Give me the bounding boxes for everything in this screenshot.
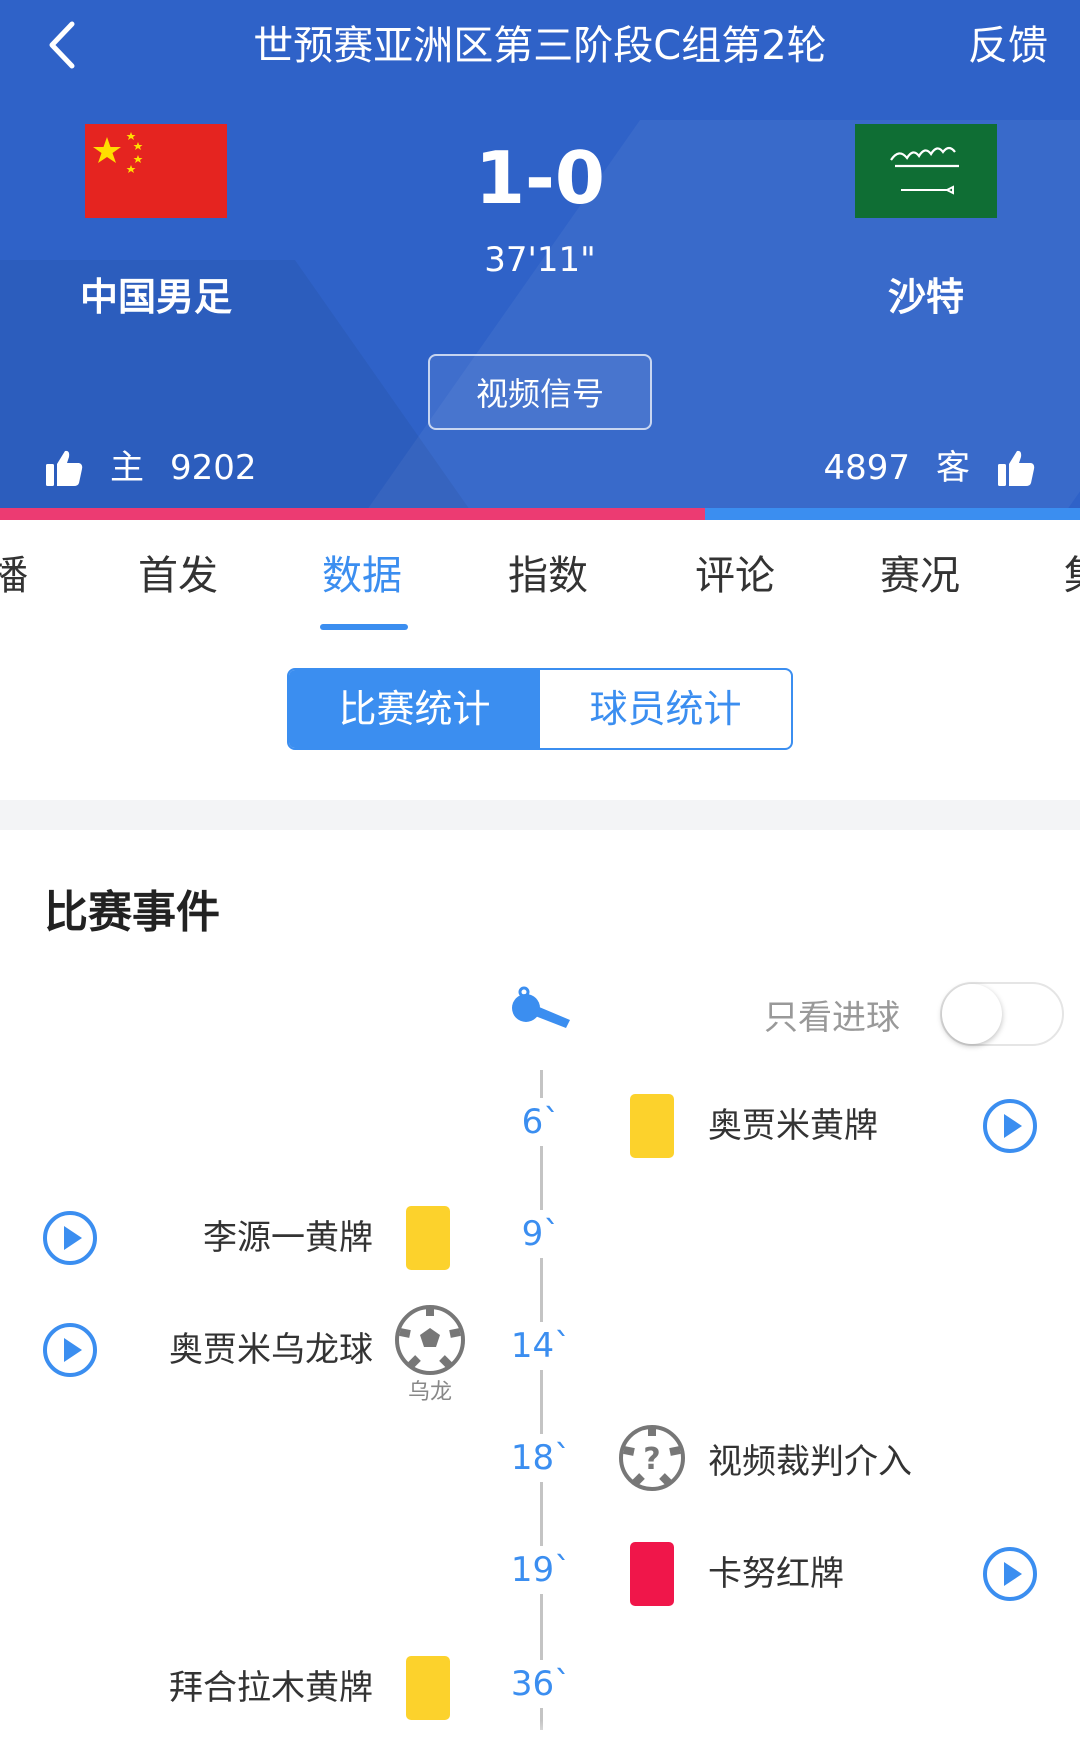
back-arrow-icon[interactable]	[42, 20, 92, 70]
like-ratio-bar	[0, 508, 1080, 520]
tab-broadcast[interactable]: 播	[0, 548, 28, 604]
home-team-name: 中国男足	[79, 275, 232, 319]
thumbs-up-icon	[998, 450, 1035, 486]
home-like-count: 9202	[170, 448, 257, 488]
event-minute: 19`	[501, 1546, 581, 1594]
active-tab-indicator	[320, 624, 408, 630]
tab-bar: 播 首发 数据 指数 评论 赛况 集	[0, 520, 1080, 630]
away-label: 客	[936, 448, 970, 488]
play-video-icon[interactable]	[982, 1546, 1038, 1602]
bottom-fade	[0, 1720, 1080, 1750]
away-like-count: 4897	[823, 448, 910, 488]
red-card-icon	[630, 1542, 674, 1606]
away-like[interactable]: 4897 客	[823, 440, 1036, 496]
player-stats-segment[interactable]: 球员统计	[540, 670, 791, 748]
event-minute: 9`	[501, 1210, 581, 1258]
match-clock: 37'11"	[484, 240, 596, 280]
event-minute: 6`	[501, 1098, 581, 1146]
section-divider	[0, 800, 1080, 830]
event-minute: 14`	[501, 1322, 581, 1370]
match-header: 世预赛亚洲区第三阶段C组第2轮 反馈 中国男足 沙特 1-0 37'11" 视频…	[0, 0, 1080, 508]
home-label: 主	[110, 448, 144, 488]
feedback-button[interactable]: 反馈	[968, 18, 1048, 74]
home-like-share	[0, 508, 706, 520]
stats-segment-control: 比赛统计 球员统计	[287, 668, 793, 750]
yellow-card-icon	[406, 1206, 450, 1270]
china-flag-icon	[85, 124, 227, 218]
yellow-card-icon	[406, 1656, 450, 1720]
saudi-flag-icon	[855, 124, 997, 218]
timeline-line	[540, 1070, 543, 1730]
event-text: 奥贾米乌龙球	[169, 1330, 373, 1370]
soccer-ball-icon	[395, 1305, 465, 1375]
svg-text:?: ?	[643, 1442, 660, 1477]
tab-comments[interactable]: 评论	[695, 548, 775, 604]
own-goal-tag: 乌龙	[408, 1380, 453, 1405]
tab-highlights[interactable]: 集	[1064, 548, 1080, 604]
whistle-icon	[512, 986, 570, 1028]
event-text: 奥贾米黄牌	[708, 1106, 878, 1146]
event-text: 拜合拉木黄牌	[169, 1668, 373, 1708]
event-text: 视频裁判介入	[708, 1442, 912, 1482]
goal-only-label: 只看进球	[764, 998, 900, 1038]
away-team-name: 沙特	[887, 275, 964, 319]
match-stats-segment[interactable]: 比赛统计	[289, 670, 540, 748]
tab-odds[interactable]: 指数	[508, 548, 588, 604]
event-text: 卡努红牌	[708, 1554, 844, 1594]
video-signal-button[interactable]: 视频信号	[428, 354, 652, 430]
thumbs-up-icon	[46, 450, 83, 486]
away-like-share	[705, 508, 1080, 520]
toggle-knob	[942, 984, 1002, 1044]
match-title: 世预赛亚洲区第三阶段C组第2轮	[253, 23, 827, 69]
event-text: 李源一黄牌	[203, 1218, 373, 1258]
home-like[interactable]: 主 9202	[44, 440, 257, 496]
events-section-title: 比赛事件	[44, 887, 220, 938]
tab-live[interactable]: 赛况	[880, 548, 960, 604]
tab-data[interactable]: 数据	[322, 548, 402, 604]
event-minute: 18`	[501, 1434, 581, 1482]
match-score: 1-0	[474, 136, 606, 220]
yellow-card-icon	[630, 1094, 674, 1158]
event-minute: 36`	[501, 1660, 581, 1708]
goal-only-toggle[interactable]	[940, 982, 1064, 1046]
play-video-icon[interactable]	[982, 1098, 1038, 1154]
var-icon: ?	[619, 1425, 685, 1491]
tab-lineup[interactable]: 首发	[138, 548, 218, 604]
